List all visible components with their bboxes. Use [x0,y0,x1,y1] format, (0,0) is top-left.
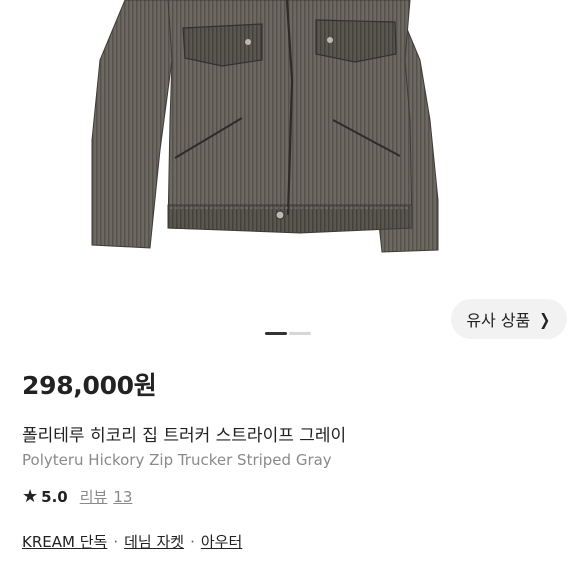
similar-products-button[interactable]: 유사 상품 ❯ [451,299,567,339]
carousel-dot-active[interactable] [265,332,287,335]
product-price: 298,000원 [22,371,157,400]
chevron-right-icon: ❯ [539,309,551,329]
star-icon: ★ [22,486,39,507]
tag-outer[interactable]: 아우터 [201,531,242,552]
carousel-dot[interactable] [289,332,311,335]
category-tags: KREAM 단독 · 데님 자켓 · 아우터 [22,531,242,552]
similar-products-label: 유사 상품 [466,311,531,330]
tag-separator: · [190,532,195,551]
review-count: 13 [113,488,133,506]
product-name-english: Polyteru Hickory Zip Trucker Striped Gra… [22,451,332,469]
carousel-indicator [265,332,311,335]
rating-row: ★ 5.0 리뷰 13 [22,486,132,507]
rating-score: 5.0 [41,487,68,506]
tag-separator: · [113,532,119,551]
review-link[interactable]: 리뷰 13 [80,486,133,507]
jacket-image [91,0,439,253]
product-name-korean: 폴리테루 히코리 집 트러커 스트라이프 그레이 [22,426,347,446]
product-image[interactable] [0,0,579,300]
tag-denim-jacket[interactable]: 데님 자켓 [124,531,184,552]
review-label: 리뷰 [79,488,108,506]
tag-kream-exclusive[interactable]: KREAM 단독 [22,531,107,552]
